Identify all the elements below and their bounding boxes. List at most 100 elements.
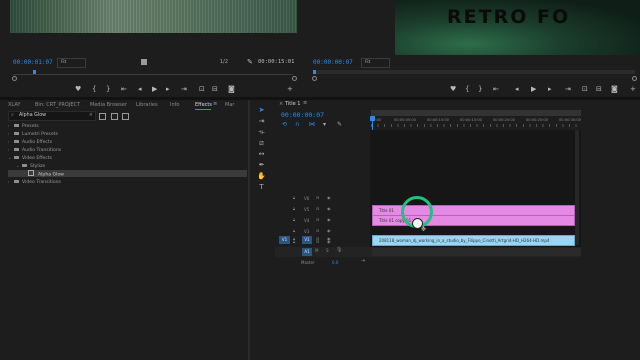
source-wrench-icon[interactable]: ✎ — [247, 58, 253, 66]
tab-markers[interactable]: Mar — [225, 102, 234, 108]
tab-xlay[interactable]: XLAY — [8, 102, 20, 108]
track-lock-icon[interactable]: 🔒︎ — [293, 236, 295, 241]
tab-libraries[interactable]: Libraries — [136, 102, 158, 108]
source-marker-icon[interactable]: ♥ — [75, 85, 81, 93]
source-play-icon[interactable]: ▶ — [152, 85, 157, 93]
program-marker-icon[interactable]: ♥ — [450, 85, 456, 93]
timeline-playhead-handle[interactable] — [370, 116, 375, 121]
tree-item-video-effects[interactable]: ⌄ Video Effects — [8, 154, 52, 161]
program-go-to-out-icon[interactable]: ⇥ — [565, 85, 571, 93]
timeline-sequence-tab[interactable]: Title 1 — [285, 101, 301, 107]
add-marker-icon[interactable]: ▾ — [323, 121, 326, 128]
tree-item-audio-transitions[interactable]: › Audio Transitions — [8, 146, 61, 153]
timeline-vertical-scrollbar[interactable] — [575, 130, 579, 245]
source-add-button-icon[interactable]: + — [287, 85, 293, 93]
source-insert-icon[interactable]: ⊡ — [199, 85, 205, 93]
timeline-settings-icon[interactable]: ✎ — [337, 121, 342, 128]
tree-item-alpha-glow[interactable]: Alpha Glow — [8, 170, 247, 178]
track-lock-icon[interactable]: 🔒︎ — [293, 228, 295, 233]
program-step-back-icon[interactable]: ◂ — [515, 85, 519, 93]
source-playhead[interactable] — [33, 70, 36, 74]
track-select-tool-icon[interactable]: ⇥ — [257, 117, 266, 125]
track-eye-icon[interactable]: ◉ — [327, 206, 331, 211]
32bit-effects-icon[interactable] — [111, 113, 118, 120]
accelerated-effects-icon[interactable] — [99, 113, 106, 120]
tab-media-browser[interactable]: Media Browser — [90, 102, 127, 108]
program-playhead[interactable] — [313, 70, 316, 74]
yuv-effects-icon[interactable] — [122, 113, 129, 120]
source-fit-select[interactable]: Fit — [57, 58, 86, 68]
tab-info[interactable]: Info — [170, 102, 179, 108]
source-mark-out-icon[interactable]: } — [106, 85, 110, 93]
track-lock-icon[interactable]: 🔒︎ — [293, 195, 295, 200]
source-settings-icon[interactable] — [141, 59, 147, 65]
solo-button[interactable]: S — [326, 248, 329, 253]
razor-tool-icon[interactable]: ⧄ — [257, 139, 266, 147]
track-sync-icon[interactable]: ⊟ — [316, 228, 319, 233]
source-fraction-select[interactable]: 1/2 — [220, 59, 228, 65]
track-eye-icon[interactable]: ◉ — [327, 236, 331, 241]
tree-item-presets[interactable]: › Presets — [8, 122, 39, 129]
master-value[interactable]: 0.0 — [332, 260, 338, 265]
program-timecode[interactable]: 00:00:00:07 — [313, 59, 353, 66]
effects-search-field[interactable]: ⌕ Alpha Glow × — [8, 111, 96, 121]
source-patch-a1[interactable]: A1 — [302, 248, 312, 256]
source-export-frame-icon[interactable]: ◙ — [228, 85, 235, 93]
timeline-menu-icon[interactable]: ≡ — [303, 100, 307, 106]
source-go-to-out-icon[interactable]: ⇥ — [181, 85, 187, 93]
source-patch-v1[interactable]: V1 — [279, 236, 290, 244]
source-scrub-bar[interactable] — [13, 74, 293, 75]
source-step-back-icon[interactable]: ◂ — [138, 85, 142, 93]
tree-item-video-transitions[interactable]: › Video Transitions — [8, 178, 61, 185]
slip-tool-icon[interactable]: ↔ — [257, 150, 266, 158]
track-sync-icon[interactable]: ⊟ — [316, 206, 319, 211]
work-area-bar[interactable] — [371, 110, 581, 116]
tree-item-lumetri-presets[interactable]: › Lumetri Presets — [8, 130, 58, 137]
program-extract-icon[interactable]: ⊟ — [596, 85, 602, 93]
track-eye-icon[interactable]: ◉ — [327, 217, 331, 222]
track-lock-icon[interactable]: 🔒︎ — [293, 206, 295, 211]
effects-panel-menu-icon[interactable]: ≡ — [213, 101, 217, 107]
program-go-to-in-icon[interactable]: ⇤ — [493, 85, 499, 93]
program-mark-in-icon[interactable]: { — [465, 85, 469, 93]
hand-tool-icon[interactable]: ✋ — [257, 172, 266, 180]
track-lock-icon[interactable]: 🔒︎ — [293, 217, 295, 222]
linked-selection-icon[interactable]: ⋈ — [309, 121, 315, 128]
clip-video-main[interactable]: 208118_woman_dj_working_in_a_studio_by_F… — [372, 235, 575, 246]
ripple-edit-tool-icon[interactable]: ⟛ — [257, 128, 266, 136]
nest-icon[interactable]: ⟲ — [282, 121, 287, 128]
program-fit-select[interactable]: Fit — [361, 58, 390, 68]
program-add-button-icon[interactable]: + — [630, 85, 636, 93]
track-sync-icon[interactable]: ⊟ — [316, 236, 319, 241]
track-sync-icon[interactable]: ⊟ — [316, 195, 319, 200]
track-eye-icon[interactable]: ◉ — [327, 195, 331, 200]
tab-bin[interactable]: Bin: CRT_PROJECT — [35, 102, 80, 108]
time-ruler[interactable]: 00:00 00:00:05:00 00:00:10:00 00:00:15:0… — [370, 110, 581, 128]
program-lift-icon[interactable]: ⊡ — [582, 85, 588, 93]
tree-item-audio-effects[interactable]: › Audio Effects — [8, 138, 52, 145]
source-overwrite-icon[interactable]: ⊟ — [212, 85, 218, 93]
track-eye-icon[interactable]: ◉ — [327, 228, 331, 233]
program-mark-out-icon[interactable]: } — [478, 85, 482, 93]
pen-tool-icon[interactable]: ✒ — [257, 161, 266, 169]
mute-button[interactable]: M — [315, 248, 318, 253]
program-play-icon[interactable]: ▶ — [531, 85, 536, 93]
timeline-close-icon[interactable]: × — [279, 101, 283, 107]
tab-effects[interactable]: Effects — [195, 102, 212, 108]
master-go-to-end-icon[interactable]: ⇥ — [361, 258, 365, 264]
source-mark-in-icon[interactable]: { — [92, 85, 96, 93]
type-tool-icon[interactable]: T — [257, 183, 266, 191]
source-go-to-in-icon[interactable]: ⇤ — [121, 85, 127, 93]
search-clear-icon[interactable]: × — [89, 112, 93, 118]
microphone-icon[interactable]: 🎙︎ — [336, 247, 342, 253]
snap-icon[interactable]: ∩ — [295, 121, 299, 128]
source-timecode[interactable]: 00:00:01:07 — [13, 59, 53, 66]
track-target-v1[interactable]: V1 — [302, 236, 312, 244]
timeline-timecode[interactable]: 00:00:00:07 — [281, 111, 324, 119]
program-export-frame-icon[interactable]: ◙ — [611, 85, 618, 93]
selection-tool-icon[interactable]: ➤ — [257, 106, 266, 114]
track-sync-icon[interactable]: ⊟ — [316, 217, 319, 222]
tree-item-stylize[interactable]: ⌄ Stylize — [16, 162, 45, 169]
program-scrub-bar[interactable] — [313, 70, 635, 74]
program-step-forward-icon[interactable]: ▸ — [548, 85, 552, 93]
